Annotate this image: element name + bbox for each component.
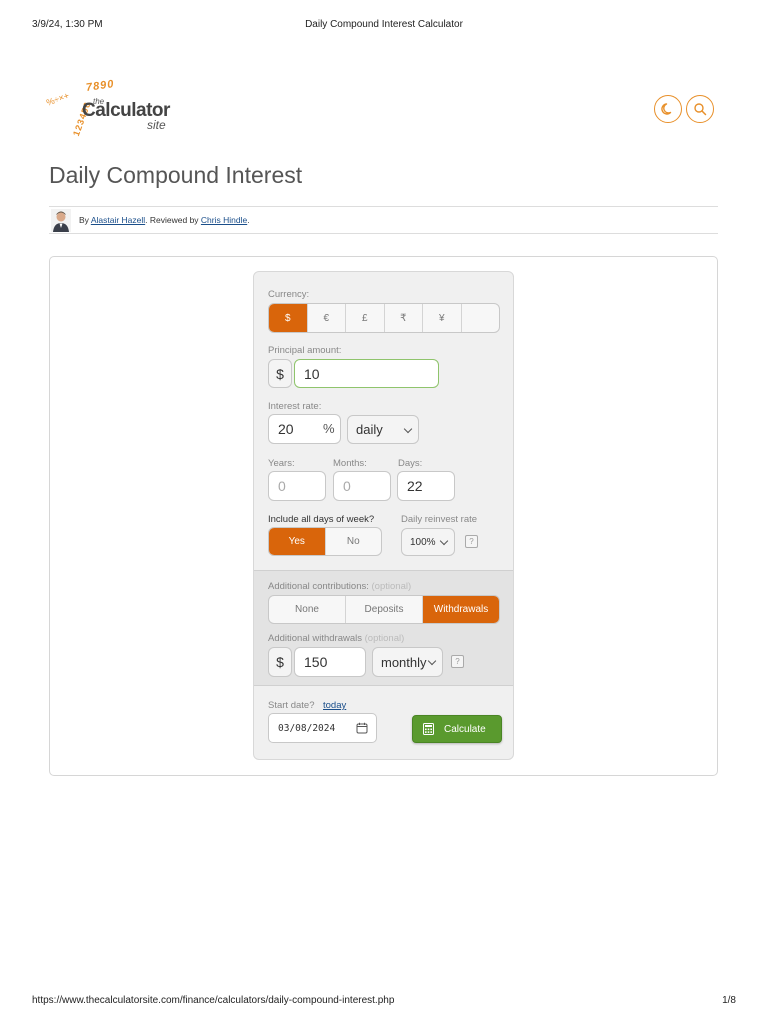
- interest-label: Interest rate:: [268, 401, 322, 412]
- calendar-icon[interactable]: [356, 722, 368, 734]
- chevron-down-icon: [439, 536, 449, 546]
- print-url: https://www.thecalculatorsite.com/financ…: [32, 995, 395, 1006]
- contribution-withdrawals[interactable]: Withdrawals: [423, 596, 499, 623]
- print-title: Daily Compound Interest Calculator: [305, 19, 463, 30]
- today-link[interactable]: today: [323, 700, 346, 711]
- moon-icon: [661, 103, 672, 115]
- start-date-input[interactable]: 03/08/2024: [268, 713, 377, 743]
- all-days-toggle: Yes No: [268, 527, 382, 556]
- header-icons: [654, 95, 716, 123]
- compound-frequency-value: daily: [356, 422, 383, 437]
- reinvest-help-icon[interactable]: ?: [465, 535, 478, 548]
- byline-prefix: By: [79, 215, 89, 225]
- months-input[interactable]: 0: [333, 471, 391, 501]
- chevron-down-icon: [403, 424, 413, 433]
- reviewer-link[interactable]: Chris Hindle: [201, 215, 247, 225]
- currency-selector: $ € £ ₹ ¥: [268, 303, 500, 333]
- calculator-icon: [423, 723, 434, 735]
- search-button[interactable]: [686, 95, 714, 123]
- days-label: Days:: [398, 458, 423, 469]
- calculator-panel: Currency: $ € £ ₹ ¥ Principal amount: $ …: [253, 271, 514, 760]
- start-date-value: 03/08/2024: [278, 722, 336, 734]
- logo-digits-top: 7890: [85, 78, 116, 94]
- withdrawal-help-icon[interactable]: ?: [451, 655, 464, 668]
- months-label: Months:: [333, 458, 367, 469]
- print-footer: https://www.thecalculatorsite.com/financ…: [32, 995, 736, 1009]
- logo-symbols: %÷×+: [44, 90, 71, 108]
- author-avatar: [51, 209, 71, 232]
- start-date-label: Start date?: [268, 700, 315, 711]
- principal-currency-symbol: $: [268, 359, 292, 388]
- calculate-label: Calculate: [444, 723, 486, 735]
- withdrawal-frequency-select[interactable]: monthly: [372, 647, 443, 677]
- currency-option-other[interactable]: [462, 304, 500, 332]
- contribution-none[interactable]: None: [269, 596, 346, 623]
- site-logo[interactable]: 7890 %÷×+ 123456 the Calculator site: [44, 76, 184, 140]
- principal-label: Principal amount:: [268, 345, 342, 356]
- calculate-button[interactable]: Calculate: [412, 715, 502, 743]
- print-header: 3/9/24, 1:30 PM Daily Compound Interest …: [32, 19, 736, 33]
- logo-site: site: [147, 118, 166, 132]
- principal-input[interactable]: 10: [294, 359, 439, 388]
- page-title: Daily Compound Interest: [49, 162, 303, 188]
- all-days-yes[interactable]: Yes: [269, 528, 326, 555]
- currency-option-yen[interactable]: ¥: [423, 304, 462, 332]
- reinvest-rate-select[interactable]: 100%: [401, 528, 455, 556]
- currency-option-dollar[interactable]: $: [269, 304, 308, 332]
- all-days-no[interactable]: No: [326, 528, 382, 555]
- chevron-down-icon: [427, 656, 437, 666]
- withdrawals-label: Additional withdrawals (optional): [268, 633, 404, 644]
- search-icon: [694, 103, 707, 116]
- byline: By Alastair Hazell. Reviewed by Chris Hi…: [49, 206, 718, 234]
- withdrawal-amount-input[interactable]: 150: [294, 647, 366, 677]
- years-label: Years:: [268, 458, 295, 469]
- reinvest-rate-value: 100%: [410, 536, 436, 548]
- currency-option-pound[interactable]: £: [346, 304, 385, 332]
- byline-suffix: .: [247, 215, 250, 225]
- currency-label: Currency:: [268, 289, 310, 300]
- contributions-label-text: Additional contributions:: [268, 581, 369, 592]
- dark-mode-button[interactable]: [654, 95, 682, 123]
- contributions-optional: (optional): [371, 581, 412, 592]
- all-days-label: Include all days of week?: [268, 514, 375, 525]
- withdrawal-frequency-value: monthly: [381, 654, 427, 670]
- contributions-label: Additional contributions: (optional): [268, 581, 411, 592]
- years-input[interactable]: 0: [268, 471, 326, 501]
- withdrawals-label-text: Additional withdrawals: [268, 633, 362, 644]
- author-link[interactable]: Alastair Hazell: [91, 215, 145, 225]
- withdrawals-optional: (optional): [364, 633, 405, 644]
- percent-unit: %: [323, 421, 335, 436]
- contributions-selector: None Deposits Withdrawals: [268, 595, 500, 624]
- byline-text: By Alastair Hazell. Reviewed by Chris Hi…: [79, 215, 250, 225]
- print-page-number: 1/8: [722, 995, 736, 1006]
- days-input[interactable]: 22: [397, 471, 455, 501]
- currency-option-euro[interactable]: €: [308, 304, 346, 332]
- contribution-deposits[interactable]: Deposits: [346, 596, 423, 623]
- reinvest-label: Daily reinvest rate: [401, 514, 478, 525]
- compound-frequency-select[interactable]: daily: [347, 415, 419, 444]
- currency-option-rupee[interactable]: ₹: [385, 304, 423, 332]
- withdrawal-currency-symbol: $: [268, 647, 292, 677]
- byline-middle: . Reviewed by: [145, 215, 199, 225]
